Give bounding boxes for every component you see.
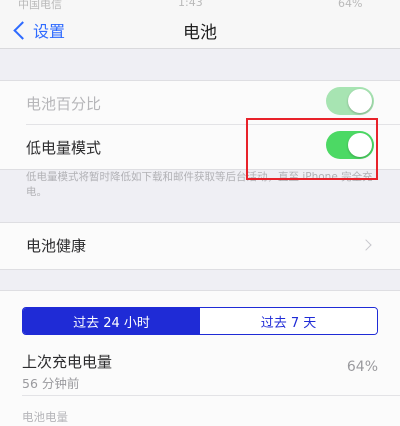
last-charge-title: 上次充电电量 (22, 353, 113, 371)
time-range-segmented-control: 过去 24 小时 过去 7 天 (22, 307, 378, 335)
low-power-mode-label: 低电量模式 (26, 139, 102, 157)
chevron-right-icon (360, 239, 372, 251)
battery-health-label: 电池健康 (26, 237, 87, 255)
status-bar: 中国电信 1:43 64% (0, 0, 400, 14)
highlight-annotation-box (246, 118, 378, 180)
row-divider (22, 395, 400, 396)
status-time: 1:43 (178, 0, 203, 9)
battery-percentage-toggle[interactable] (326, 87, 374, 115)
toggle-knob (348, 89, 372, 113)
last-charge-value: 64% (346, 359, 378, 375)
last-charge-time: 56 分钟前 (22, 376, 80, 391)
battery-settings-screen: 中国电信 1:43 64% 设置 电池 电池百分比 低电量模式 低电量模式将暂时… (0, 0, 400, 426)
segment-last-24-hours[interactable]: 过去 24 小时 (23, 308, 200, 334)
battery-usage-section: 过去 24 小时 过去 7 天 上次充电电量 56 分钟前 64% 电池电量 (0, 290, 400, 426)
battery-level-label: 电池电量 (22, 410, 68, 424)
page-title: 电池 (183, 23, 217, 43)
status-carrier: 中国电信 (18, 0, 62, 11)
status-battery: 64% (338, 0, 363, 10)
battery-percentage-label: 电池百分比 (26, 95, 102, 113)
navigation-bar: 设置 电池 (0, 14, 400, 49)
segment-last-7-days[interactable]: 过去 7 天 (200, 308, 377, 334)
battery-health-row[interactable]: 电池健康 (0, 222, 400, 270)
